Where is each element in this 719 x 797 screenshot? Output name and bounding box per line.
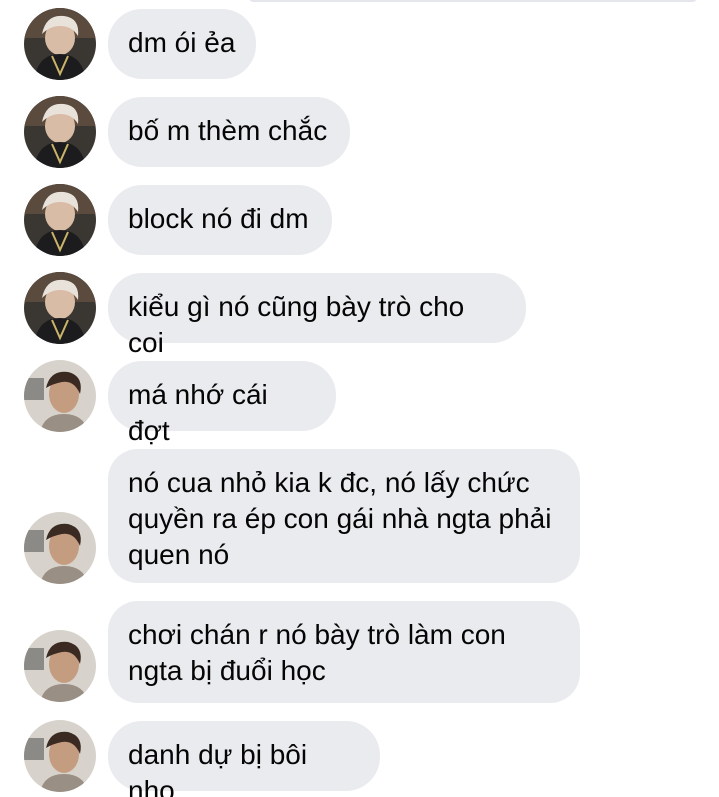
avatar[interactable] (24, 96, 96, 168)
message-bubble[interactable]: má nhớ cái đợt (108, 361, 336, 446)
profile-photo-a (24, 272, 96, 344)
chat-thread: dm ói ẻa bố m thèm chắc block nó đi dm k… (0, 0, 719, 797)
message-bubble[interactable]: block nó đi dm (108, 185, 332, 255)
profile-photo-a (24, 184, 96, 256)
message-bubble[interactable]: danh dự bị bôi nhọ (108, 721, 380, 797)
message-bubble[interactable]: bố m thèm chắc (108, 97, 350, 167)
avatar[interactable] (24, 360, 96, 432)
previous-message-bubble-edge (248, 0, 698, 2)
profile-photo-b (24, 512, 96, 584)
profile-photo-b (24, 720, 96, 792)
message-bubble[interactable]: chơi chán r nó bày trò làm con ngta bị đ… (108, 601, 580, 703)
profile-photo-a (24, 96, 96, 168)
message-bubble[interactable]: dm ói ẻa (108, 9, 256, 79)
profile-photo-b (24, 360, 96, 432)
avatar[interactable] (24, 720, 96, 792)
avatar[interactable] (24, 8, 96, 80)
profile-photo-b (24, 630, 96, 702)
message-bubble[interactable]: nó cua nhỏ kia k đc, nó lấy chức quyền r… (108, 449, 580, 583)
avatar[interactable] (24, 630, 96, 702)
profile-photo-a (24, 8, 96, 80)
avatar[interactable] (24, 184, 96, 256)
avatar[interactable] (24, 272, 96, 344)
avatar[interactable] (24, 512, 96, 584)
message-bubble[interactable]: kiểu gì nó cũng bày trò cho coi (108, 273, 526, 358)
